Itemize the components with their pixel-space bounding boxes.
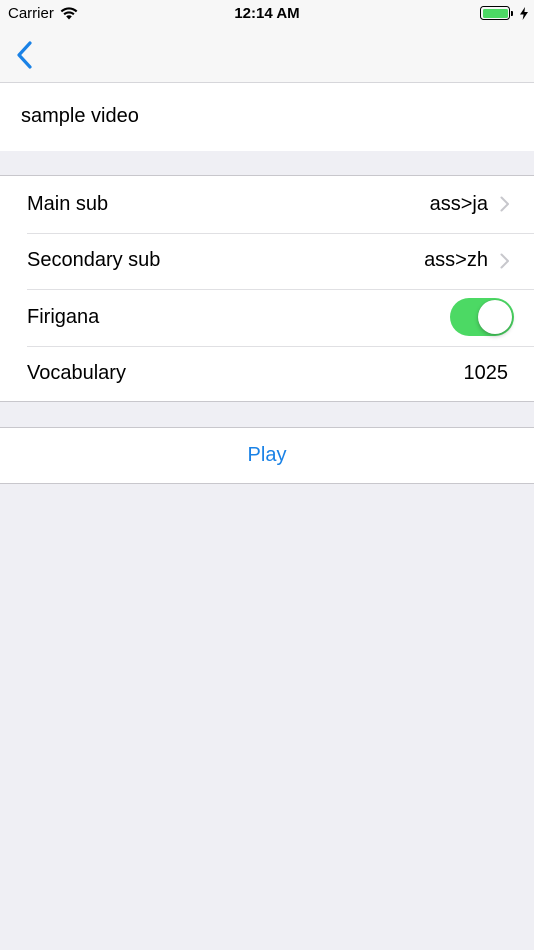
main-sub-value: ass>ja [429,192,488,215]
row-main-sub[interactable]: Main sub ass>ja [0,176,534,233]
video-title-cell: sample video [0,83,534,151]
status-time: 12:14 AM [234,5,300,22]
navigation-bar: Carrier 12:14 AM [0,0,534,83]
chevron-right-icon [500,253,509,269]
battery-icon [480,6,510,20]
status-bar: Carrier 12:14 AM [0,0,534,28]
furigana-label: Firigana [27,305,100,328]
row-vocabulary: Vocabulary 1025 [0,345,534,403]
toggle-knob [478,300,512,335]
settings-group: Main sub ass>ja Secondary sub ass>zh Fir… [0,175,534,402]
vocabulary-count: 1025 [463,362,509,385]
furigana-toggle[interactable] [450,298,514,337]
battery-nub [511,10,513,16]
battery-level-fill [482,8,508,18]
main-sub-label: Main sub [27,192,109,215]
row-secondary-sub[interactable]: Secondary sub ass>zh [0,232,534,290]
play-group: Play [0,427,534,484]
secondary-sub-label: Secondary sub [27,249,161,272]
secondary-sub-value: ass>zh [424,249,488,272]
battery-indicator [480,6,528,20]
chevron-right-icon [500,196,509,212]
video-title: sample video [21,105,139,127]
back-button[interactable] [14,40,38,70]
play-button[interactable]: Play [0,428,534,483]
vocabulary-label: Vocabulary [27,362,126,385]
row-furigana: Firigana [0,289,534,346]
charging-bolt-icon [520,6,528,20]
chevron-left-icon [17,41,32,69]
